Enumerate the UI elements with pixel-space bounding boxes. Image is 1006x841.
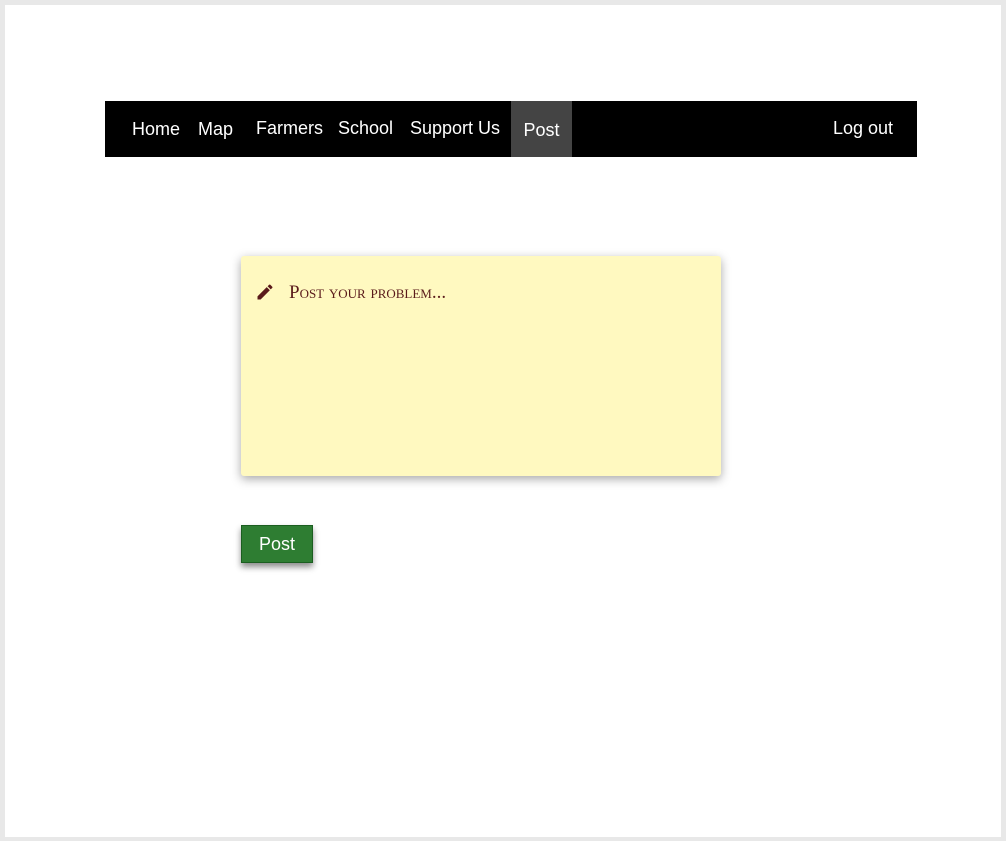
nav-farmers[interactable]: Farmers: [256, 100, 323, 156]
nav-map-label: Map: [198, 119, 234, 139]
nav-map[interactable]: Map: [198, 101, 233, 157]
nav-home-label: Home: [132, 119, 181, 139]
post-composer-card: [241, 256, 721, 476]
top-navbar: Home Map Farmers School Support Us Post …: [105, 101, 917, 157]
nav-logout-label: Log out: [833, 118, 894, 138]
nav-support-us[interactable]: Support Us: [410, 100, 500, 156]
nav-post[interactable]: Post: [511, 101, 572, 157]
nav-school[interactable]: School: [338, 100, 393, 156]
post-button[interactable]: Post: [241, 525, 313, 563]
nav-farmers-label: Farmers: [256, 118, 323, 138]
nav-home[interactable]: Home: [132, 101, 180, 157]
nav-support-us-label: Support Us: [410, 118, 501, 138]
pencil-icon: [257, 284, 273, 300]
page-canvas: Home Map Farmers School Support Us Post …: [5, 5, 1001, 837]
nav-logout[interactable]: Log out: [833, 100, 893, 156]
nav-post-label: Post: [523, 120, 560, 140]
nav-school-label: School: [338, 118, 394, 138]
post-textarea[interactable]: [289, 282, 709, 462]
